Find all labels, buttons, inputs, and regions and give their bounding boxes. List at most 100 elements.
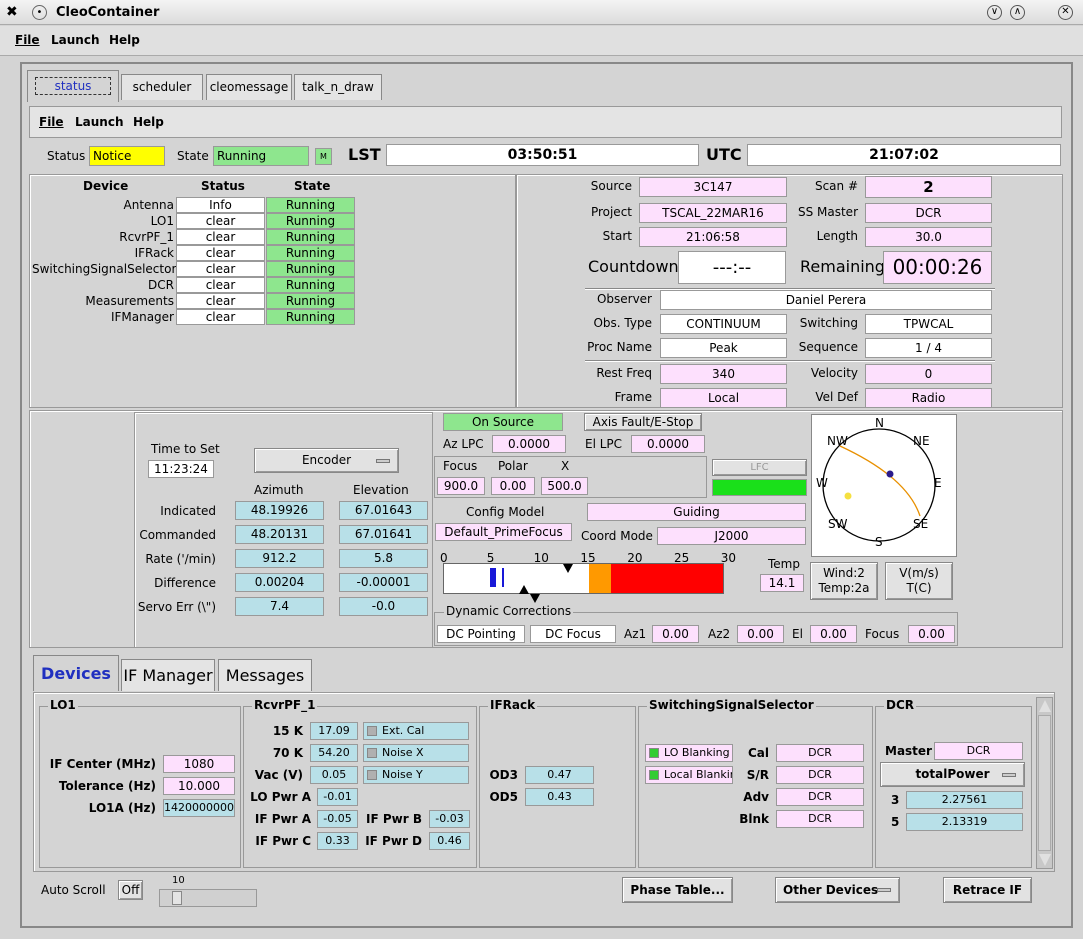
maximize-icon[interactable]: ∧ xyxy=(1010,5,1025,20)
elevation-value: 5.8 xyxy=(339,549,428,568)
scroll-up-icon[interactable] xyxy=(1039,700,1051,712)
ext-cal-toggle[interactable]: Ext. Cal xyxy=(363,722,469,740)
azimuth-value: 48.19926 xyxy=(235,501,324,520)
scroll-thumb[interactable] xyxy=(1038,715,1051,851)
source-value: 3C147 xyxy=(639,177,787,197)
dropdown-icon xyxy=(376,459,390,463)
minimize-icon[interactable]: ∨ xyxy=(987,5,1002,20)
tab-status[interactable]: status xyxy=(27,70,119,102)
length-label: Length xyxy=(816,229,858,243)
ifpwrb-label: IF Pwr B xyxy=(366,812,422,826)
source-label: Source xyxy=(590,179,632,193)
ifpwrc-label: IF Pwr C xyxy=(255,834,311,848)
remaining-label: Remaining xyxy=(800,257,885,276)
restfreq-value: 340 xyxy=(660,364,787,384)
indicator-icon xyxy=(367,770,377,780)
m-button[interactable]: M xyxy=(315,148,332,165)
retrace-if-button[interactable]: Retrace IF xyxy=(943,877,1032,903)
inner-menu-help[interactable]: Help xyxy=(133,115,164,129)
velocity-label: Velocity xyxy=(810,366,858,380)
indicator-icon xyxy=(367,726,377,736)
other-devices-dropdown[interactable]: Other Devices xyxy=(775,877,900,903)
total-power-dropdown[interactable]: totalPower xyxy=(880,762,1025,787)
master-label: Master xyxy=(885,744,932,758)
scroll-speed-slider[interactable] xyxy=(159,889,257,907)
inner-menu-file[interactable]: File xyxy=(39,115,64,129)
device-status: Info xyxy=(176,197,265,213)
sequence-value: 1 / 4 xyxy=(865,338,992,358)
scale-orange-zone xyxy=(589,564,611,593)
tab-if-manager[interactable]: IF Manager xyxy=(121,659,215,691)
device-name: IFRack xyxy=(134,246,174,260)
lo-blanking-toggle[interactable]: LO Blanking xyxy=(645,744,733,762)
devices-scrollbar[interactable] xyxy=(1036,697,1053,869)
wind-temp-button[interactable]: Wind:2 Temp:2a xyxy=(810,562,878,600)
wind-btn-line1: Wind:2 xyxy=(823,566,865,580)
length-value: 30.0 xyxy=(865,227,992,247)
units-button[interactable]: V(m/s) T(C) xyxy=(885,562,953,600)
scroll-down-icon[interactable] xyxy=(1039,854,1051,866)
device-name: IFManager xyxy=(110,310,174,324)
app-icon[interactable]: ✖ xyxy=(6,4,18,20)
dc-focus-button[interactable]: DC Focus xyxy=(530,625,616,643)
tab-cleomessage[interactable]: cleomessage xyxy=(206,74,292,100)
x-value: 500.0 xyxy=(541,477,588,495)
model-value: Default_PrimeFocus xyxy=(435,523,572,541)
coord-value: J2000 xyxy=(657,527,806,545)
utc-value: 21:07:02 xyxy=(747,144,1061,166)
encoder-dropdown[interactable]: Encoder xyxy=(254,448,399,473)
compass-ne: NE xyxy=(913,434,930,448)
device-state: Running xyxy=(266,293,355,309)
device-name: RcvrPF_1 xyxy=(119,230,174,244)
azimuth-header: Azimuth xyxy=(254,483,304,497)
k15-value: 17.09 xyxy=(310,722,358,740)
elevation-header: Elevation xyxy=(353,483,409,497)
local-blanking-toggle[interactable]: Local Blanking xyxy=(645,766,733,784)
tab-scheduler[interactable]: scheduler xyxy=(121,74,203,100)
compass-nw: NW xyxy=(827,434,848,448)
config-label: Config Model xyxy=(466,505,545,519)
slider-handle[interactable] xyxy=(172,891,182,905)
elevation-value: 67.01643 xyxy=(339,501,428,520)
noise-x-toggle[interactable]: Noise X xyxy=(363,744,469,762)
close-icon[interactable]: ✕ xyxy=(1058,5,1073,20)
tab-talk-n-draw[interactable]: talk_n_draw xyxy=(294,74,382,100)
time-to-set-value: 11:23:24 xyxy=(148,460,214,478)
lst-label: LST xyxy=(348,145,381,164)
window-title: CleoContainer xyxy=(56,5,160,20)
noise-y-toggle[interactable]: Noise Y xyxy=(363,766,469,784)
remaining-value: 00:00:26 xyxy=(883,251,992,284)
start-label: Start xyxy=(602,229,632,243)
scale-pointer-top xyxy=(563,564,573,573)
device-state: Running xyxy=(266,309,355,325)
lfc-button[interactable]: LFC xyxy=(712,459,807,476)
ch3-label: 3 xyxy=(891,793,900,807)
window-menu-icon[interactable]: • xyxy=(32,5,47,20)
tab-messages[interactable]: Messages xyxy=(218,659,312,691)
tab-devices[interactable]: Devices xyxy=(33,655,119,691)
temp-value: 14.1 xyxy=(760,574,804,592)
switching-value: TPWCAL xyxy=(865,314,992,334)
countdown-value: ---:-- xyxy=(678,251,786,284)
autoscroll-toggle[interactable]: Off xyxy=(118,880,143,900)
menu-help[interactable]: Help xyxy=(109,33,140,47)
phase-table-button[interactable]: Phase Table... xyxy=(622,877,733,903)
menu-file[interactable]: File xyxy=(15,33,40,47)
menu-launch[interactable]: Launch xyxy=(51,33,100,47)
inner-menu-launch[interactable]: Launch xyxy=(75,115,124,129)
sr-value: DCR xyxy=(776,766,864,784)
dc-pointing-button[interactable]: DC Pointing xyxy=(437,625,525,643)
ch5-value: 2.13319 xyxy=(906,813,1023,831)
wind-marker xyxy=(490,568,496,587)
od3-label: OD3 xyxy=(489,768,518,782)
vac-label: Vac (V) xyxy=(254,768,303,782)
polar-label: Polar xyxy=(498,459,528,473)
adv-value: DCR xyxy=(776,788,864,806)
device-state: Running xyxy=(266,213,355,229)
sky-compass: N NE E SE S SW W NW xyxy=(811,414,957,557)
config-value: Guiding xyxy=(587,503,806,521)
device-status: clear xyxy=(176,309,265,325)
azlpc-value: 0.0000 xyxy=(492,435,566,453)
noise-x-label: Noise X xyxy=(382,746,424,759)
sequence-label: Sequence xyxy=(798,340,858,354)
